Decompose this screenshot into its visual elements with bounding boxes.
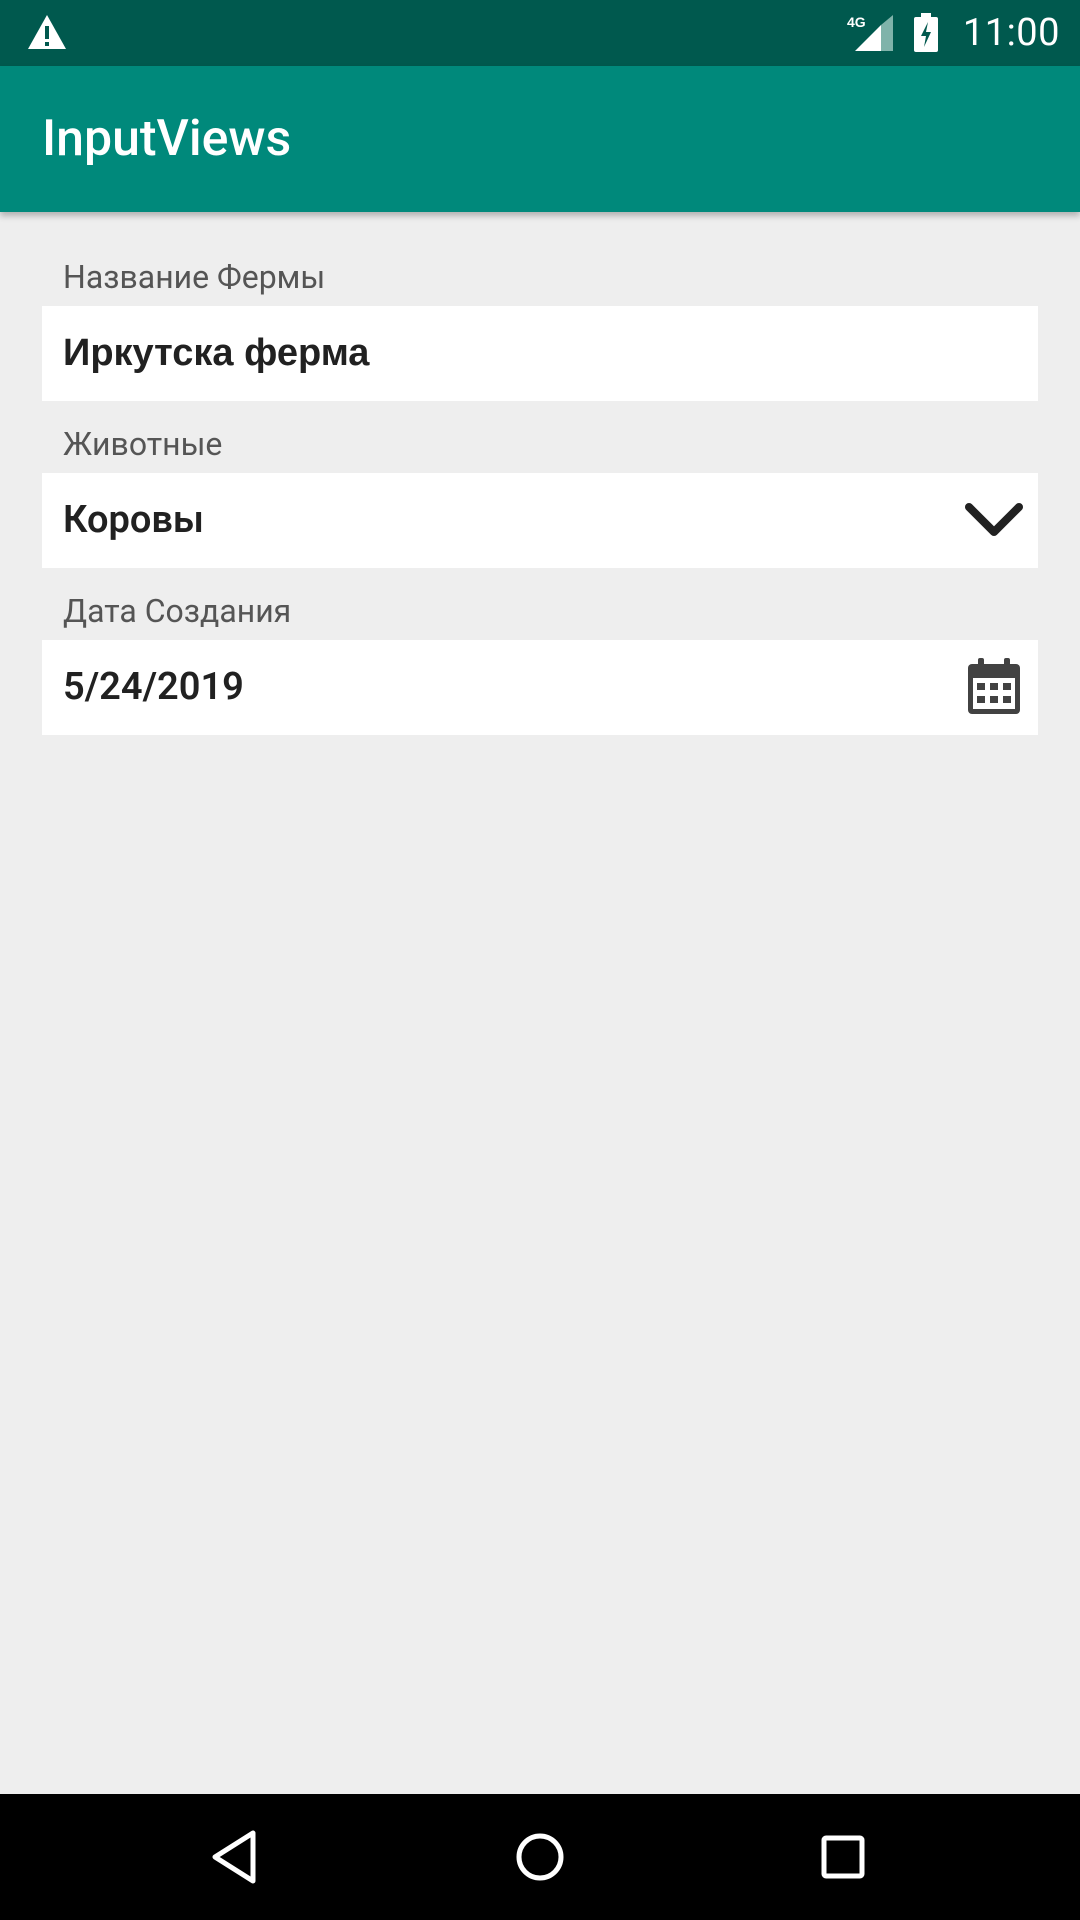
created-date-label: Дата Создания bbox=[63, 592, 292, 630]
animals-selected: Коровы bbox=[63, 498, 204, 542]
animals-label: Животные bbox=[63, 425, 223, 463]
status-bar: 4G 11:00 bbox=[0, 0, 1080, 66]
farm-name-field[interactable] bbox=[42, 306, 1038, 401]
navigation-bar bbox=[0, 1794, 1080, 1920]
app-bar: InputViews bbox=[0, 66, 1080, 212]
warning-icon bbox=[28, 15, 66, 49]
chevron-down-icon bbox=[965, 503, 1023, 536]
signal-icon: 4G bbox=[847, 14, 893, 51]
calendar-icon[interactable] bbox=[966, 658, 1022, 716]
network-label: 4G bbox=[847, 14, 866, 30]
status-time: 11:00 bbox=[962, 11, 1060, 55]
back-icon[interactable] bbox=[207, 1827, 267, 1887]
battery-charging-icon bbox=[913, 13, 938, 52]
recents-icon[interactable] bbox=[813, 1827, 873, 1887]
farm-name-label: Название Фермы bbox=[63, 258, 326, 296]
created-date-value: 5/24/2019 bbox=[63, 665, 244, 709]
animals-dropdown[interactable]: Коровы bbox=[42, 473, 1038, 568]
home-icon[interactable] bbox=[510, 1827, 570, 1887]
page-title: InputViews bbox=[42, 110, 292, 168]
farm-name-input[interactable] bbox=[63, 306, 963, 401]
status-icons: 4G 11:00 bbox=[845, 0, 1060, 66]
created-date-field[interactable]: 5/24/2019 bbox=[42, 640, 1038, 735]
